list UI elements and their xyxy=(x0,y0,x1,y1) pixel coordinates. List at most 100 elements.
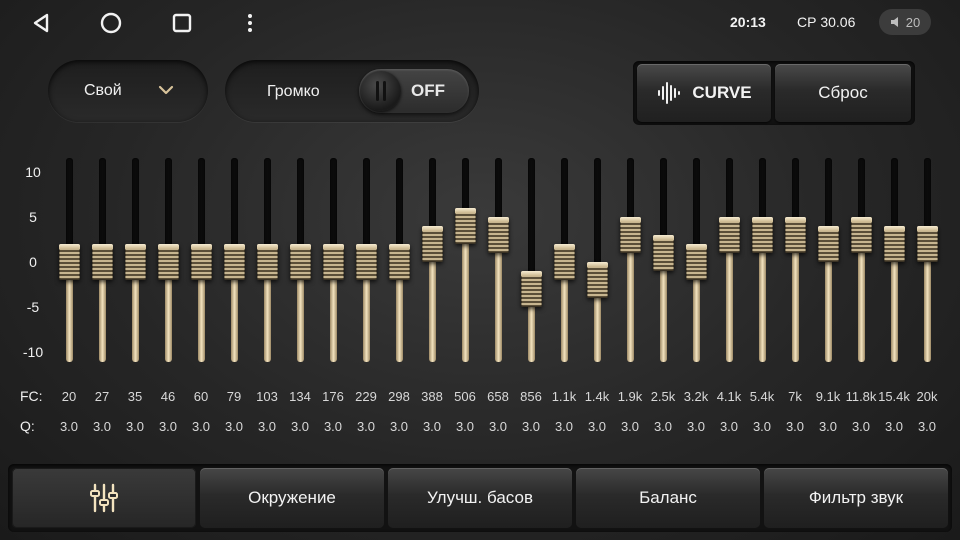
slider-knob[interactable] xyxy=(851,217,872,253)
slider-track-upper xyxy=(396,158,403,250)
eq-band-slider[interactable] xyxy=(614,158,646,362)
slider-track-level xyxy=(396,274,403,362)
slider-knob[interactable] xyxy=(521,271,542,307)
clock: 20:13 xyxy=(730,14,766,30)
eq-band-slider[interactable] xyxy=(86,158,118,362)
slider-knob[interactable] xyxy=(257,244,278,280)
eq-band-slider[interactable] xyxy=(152,158,184,362)
slider-knob[interactable] xyxy=(587,262,608,298)
slider-knob[interactable] xyxy=(719,217,740,253)
slider-knob[interactable] xyxy=(917,226,938,262)
slider-knob[interactable] xyxy=(785,217,806,253)
slider-track-upper xyxy=(330,158,337,250)
eq-band-slider[interactable] xyxy=(779,158,811,362)
eq-band-slider[interactable] xyxy=(119,158,151,362)
slider-knob[interactable] xyxy=(488,217,509,253)
slider-knob[interactable] xyxy=(389,244,410,280)
slider-track-upper xyxy=(627,158,634,223)
volume-indicator[interactable]: 20 xyxy=(879,9,931,35)
slider-knob[interactable] xyxy=(92,244,113,280)
slider-knob[interactable] xyxy=(752,217,773,253)
y-axis-label: 0 xyxy=(29,254,37,270)
slider-track-level xyxy=(66,274,73,362)
slider-track-upper xyxy=(858,158,865,223)
eq-band-slider[interactable] xyxy=(515,158,547,362)
slider-track-level xyxy=(561,274,568,362)
eq-band-slider[interactable] xyxy=(878,158,910,362)
slider-knob[interactable] xyxy=(884,226,905,262)
eq-band-slider[interactable] xyxy=(350,158,382,362)
eq-band-slider[interactable] xyxy=(317,158,349,362)
slider-knob[interactable] xyxy=(191,244,212,280)
slider-track-upper xyxy=(594,158,601,268)
slider-track-upper xyxy=(99,158,106,250)
preset-dropdown[interactable]: Свой xyxy=(48,60,208,122)
slider-track-level xyxy=(297,274,304,362)
eq-band-slider[interactable] xyxy=(185,158,217,362)
slider-track-level xyxy=(627,247,634,362)
slider-knob[interactable] xyxy=(323,244,344,280)
slider-knob[interactable] xyxy=(686,244,707,280)
back-button[interactable] xyxy=(26,8,56,38)
more-button[interactable] xyxy=(235,8,265,38)
eq-band-slider[interactable] xyxy=(416,158,448,362)
tab-label: Окружение xyxy=(248,488,336,507)
eq-band-slider[interactable] xyxy=(746,158,778,362)
eq-band-slider[interactable] xyxy=(845,158,877,362)
curve-button[interactable]: CURVE xyxy=(637,64,771,122)
slider-knob[interactable] xyxy=(59,244,80,280)
slider-track-level xyxy=(462,238,469,362)
bottom-tab-bar: Окружение Улучш. басов Баланс Фильтр зву… xyxy=(8,464,952,532)
recents-button[interactable] xyxy=(167,8,197,38)
slider-knob[interactable] xyxy=(455,208,476,244)
slider-track-level xyxy=(528,301,535,362)
reset-button[interactable]: Сброс xyxy=(775,64,911,122)
eq-band-slider[interactable] xyxy=(911,158,943,362)
tab-equalizer[interactable] xyxy=(12,468,196,528)
eq-band-slider[interactable] xyxy=(548,158,580,362)
eq-band-slider[interactable] xyxy=(812,158,844,362)
slider-track-level xyxy=(231,274,238,362)
eq-band-slider[interactable] xyxy=(449,158,481,362)
slider-track-upper xyxy=(528,158,535,277)
slider-track-level xyxy=(693,274,700,362)
slider-knob[interactable] xyxy=(158,244,179,280)
eq-band-slider[interactable] xyxy=(218,158,250,362)
tab-bass-boost[interactable]: Улучш. басов xyxy=(388,468,572,528)
eq-band-slider[interactable] xyxy=(383,158,415,362)
slider-track-upper xyxy=(924,158,931,232)
slider-track-upper xyxy=(891,158,898,232)
slider-knob[interactable] xyxy=(620,217,641,253)
recents-icon xyxy=(172,13,192,33)
slider-track-level xyxy=(330,274,337,362)
slider-knob[interactable] xyxy=(818,226,839,262)
slider-knob[interactable] xyxy=(125,244,146,280)
tab-surround[interactable]: Окружение xyxy=(200,468,384,528)
eq-band-slider[interactable] xyxy=(680,158,712,362)
eq-band-slider[interactable] xyxy=(482,158,514,362)
slider-knob[interactable] xyxy=(224,244,245,280)
slider-knob[interactable] xyxy=(554,244,575,280)
slider-track-level xyxy=(363,274,370,362)
tab-balance[interactable]: Баланс xyxy=(576,468,760,528)
eq-band-slider[interactable] xyxy=(581,158,613,362)
slider-knob[interactable] xyxy=(653,235,674,271)
slider-knob[interactable] xyxy=(422,226,443,262)
slider-track-level xyxy=(429,256,436,362)
slider-track-level xyxy=(891,256,898,362)
eq-band-slider[interactable] xyxy=(647,158,679,362)
loudness-label: Громко xyxy=(267,83,320,100)
slider-track-upper xyxy=(264,158,271,250)
loudness-state: OFF xyxy=(411,81,445,100)
tab-label: Фильтр звук xyxy=(808,488,904,507)
slider-knob[interactable] xyxy=(290,244,311,280)
slider-knob[interactable] xyxy=(356,244,377,280)
eq-band-slider[interactable] xyxy=(251,158,283,362)
tab-sound-filter[interactable]: Фильтр звук xyxy=(764,468,948,528)
back-icon xyxy=(33,13,49,33)
eq-band-slider[interactable] xyxy=(284,158,316,362)
eq-band-slider[interactable] xyxy=(53,158,85,362)
home-button[interactable] xyxy=(96,8,126,38)
eq-band-slider[interactable] xyxy=(713,158,745,362)
loudness-toggle[interactable]: OFF xyxy=(359,69,469,113)
